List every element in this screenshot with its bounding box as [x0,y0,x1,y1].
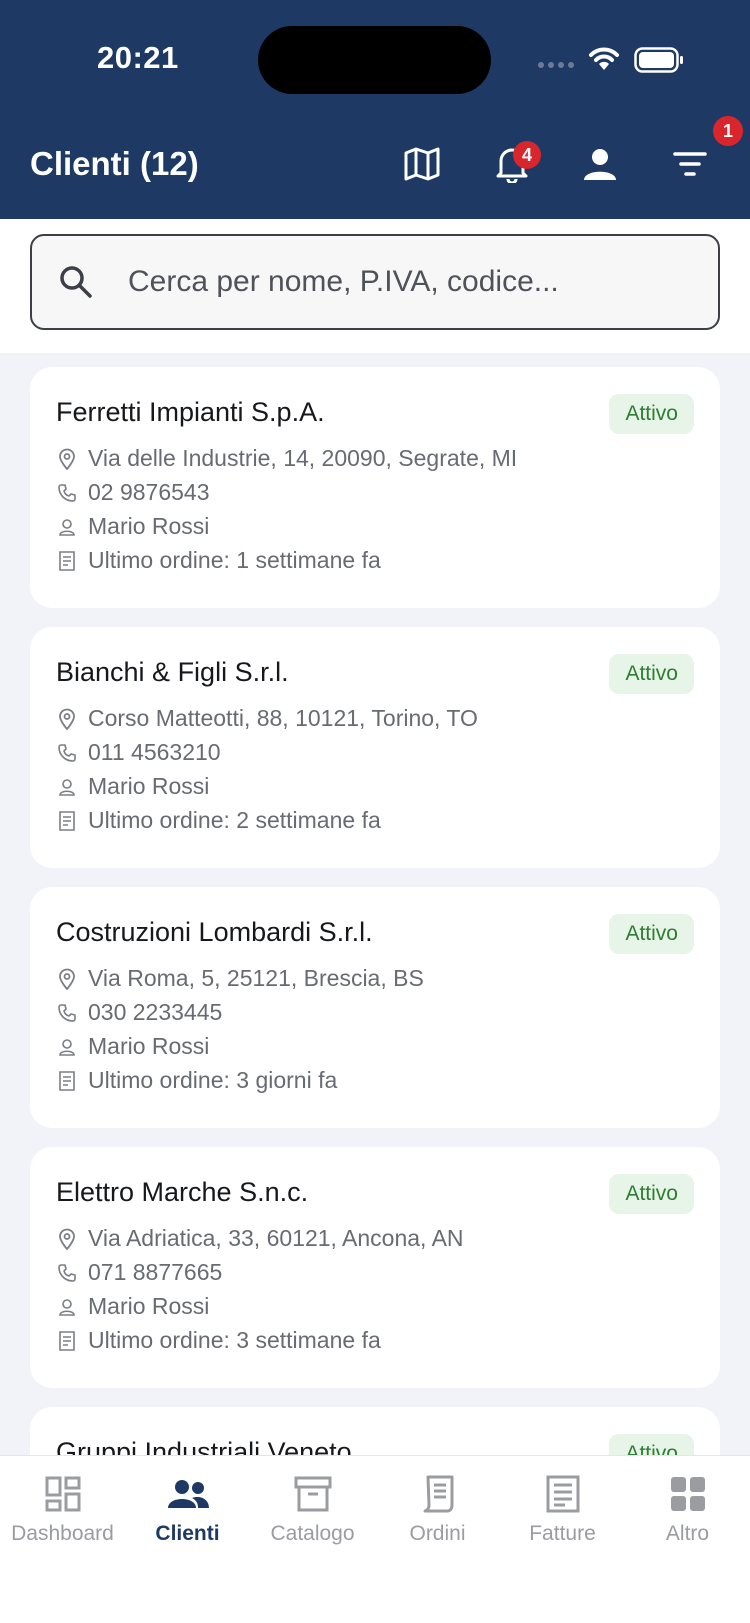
receipt-icon [56,1070,78,1092]
client-card[interactable]: Elettro Marche S.n.c. Attivo Via Adriati… [30,1147,720,1388]
client-last-order: Ultimo ordine: 3 settimane fa [56,1327,381,1354]
receipt-icon [56,1330,78,1352]
receipt-icon [56,550,78,572]
client-name: Ferretti Impianti S.p.A. [56,397,325,427]
receipt-icon [56,810,78,832]
tab-fatture[interactable]: Fatture [500,1474,625,1546]
client-agent: Mario Rossi [56,773,209,800]
person-icon [56,776,78,798]
wifi-icon [587,44,621,75]
tab-clienti[interactable]: Clienti [125,1474,250,1546]
search-icon [58,264,94,305]
invoice-icon [545,1474,581,1514]
status-badge: Attivo [609,914,694,954]
client-last-order: Ultimo ordine: 3 giorni fa [56,1067,337,1094]
phone-icon [56,1002,78,1024]
grid-icon [670,1474,706,1514]
phone-icon [56,482,78,504]
receipt-icon [420,1474,456,1514]
battery-icon [634,47,684,78]
search-box[interactable] [30,234,720,330]
client-name: Costruzioni Lombardi S.r.l. [56,917,373,947]
status-badge: Attivo [609,394,694,434]
client-phone[interactable]: 02 9876543 [56,479,210,506]
client-address: Corso Matteotti, 88, 10121, Torino, TO [56,705,478,732]
app-header: 20:21 Clienti (12) 4 1 [0,0,750,219]
location-pin-icon [56,1228,78,1250]
phone-icon [56,742,78,764]
client-card[interactable]: Costruzioni Lombardi S.r.l. Attivo Via R… [30,887,720,1128]
search-section [0,219,750,353]
tab-dashboard[interactable]: Dashboard [0,1474,125,1546]
client-phone[interactable]: 071 8877665 [56,1259,222,1286]
page-title: Clienti (12) [30,145,199,182]
person-icon [56,1036,78,1058]
status-time: 20:21 [97,40,179,75]
map-icon [404,147,440,186]
tab-catalogo[interactable]: Catalogo [250,1474,375,1546]
client-name: Bianchi & Figli S.r.l. [56,657,289,687]
client-agent: Mario Rossi [56,513,209,540]
client-card[interactable]: Bianchi & Figli S.r.l. Attivo Corso Matt… [30,627,720,868]
location-pin-icon [56,968,78,990]
client-address: Via Adriatica, 33, 60121, Ancona, AN [56,1225,464,1252]
dynamic-island [258,26,491,94]
user-icon [583,147,617,186]
dashboard-icon [45,1474,81,1514]
person-icon [56,1296,78,1318]
cellular-signal-icon [538,62,574,68]
tab-altro[interactable]: Altro [625,1474,750,1546]
client-last-order: Ultimo ordine: 1 settimane fa [56,547,381,574]
client-phone[interactable]: 011 4563210 [56,739,221,766]
client-phone[interactable]: 030 2233445 [56,999,222,1026]
client-agent: Mario Rossi [56,1293,209,1320]
people-icon [166,1474,210,1514]
client-list: Ferretti Impianti S.p.A. Attivo Via dell… [30,367,720,1623]
location-pin-icon [56,708,78,730]
client-name: Elettro Marche S.n.c. [56,1177,309,1207]
tab-ordini[interactable]: Ordini [375,1474,500,1546]
client-agent: Mario Rossi [56,1033,209,1060]
bottom-tab-bar: Dashboard Clienti Catalogo Ordini Fattur… [0,1455,750,1623]
status-badge: Attivo [609,654,694,694]
client-last-order: Ultimo ordine: 2 settimane fa [56,807,381,834]
map-button[interactable] [402,146,442,186]
client-address: Via Roma, 5, 25121, Brescia, BS [56,965,424,992]
filter-badge: 1 [713,116,743,146]
search-input[interactable] [128,256,688,308]
client-address: Via delle Industrie, 14, 20090, Segrate,… [56,445,517,472]
archive-box-icon [294,1474,332,1514]
location-pin-icon [56,448,78,470]
filter-icon [673,151,707,182]
client-card[interactable]: Ferretti Impianti S.p.A. Attivo Via dell… [30,367,720,608]
status-badge: Attivo [609,1174,694,1214]
profile-button[interactable] [580,146,620,186]
person-icon [56,516,78,538]
phone-icon [56,1262,78,1284]
filter-button[interactable] [670,146,710,186]
notification-badge: 4 [513,141,541,169]
